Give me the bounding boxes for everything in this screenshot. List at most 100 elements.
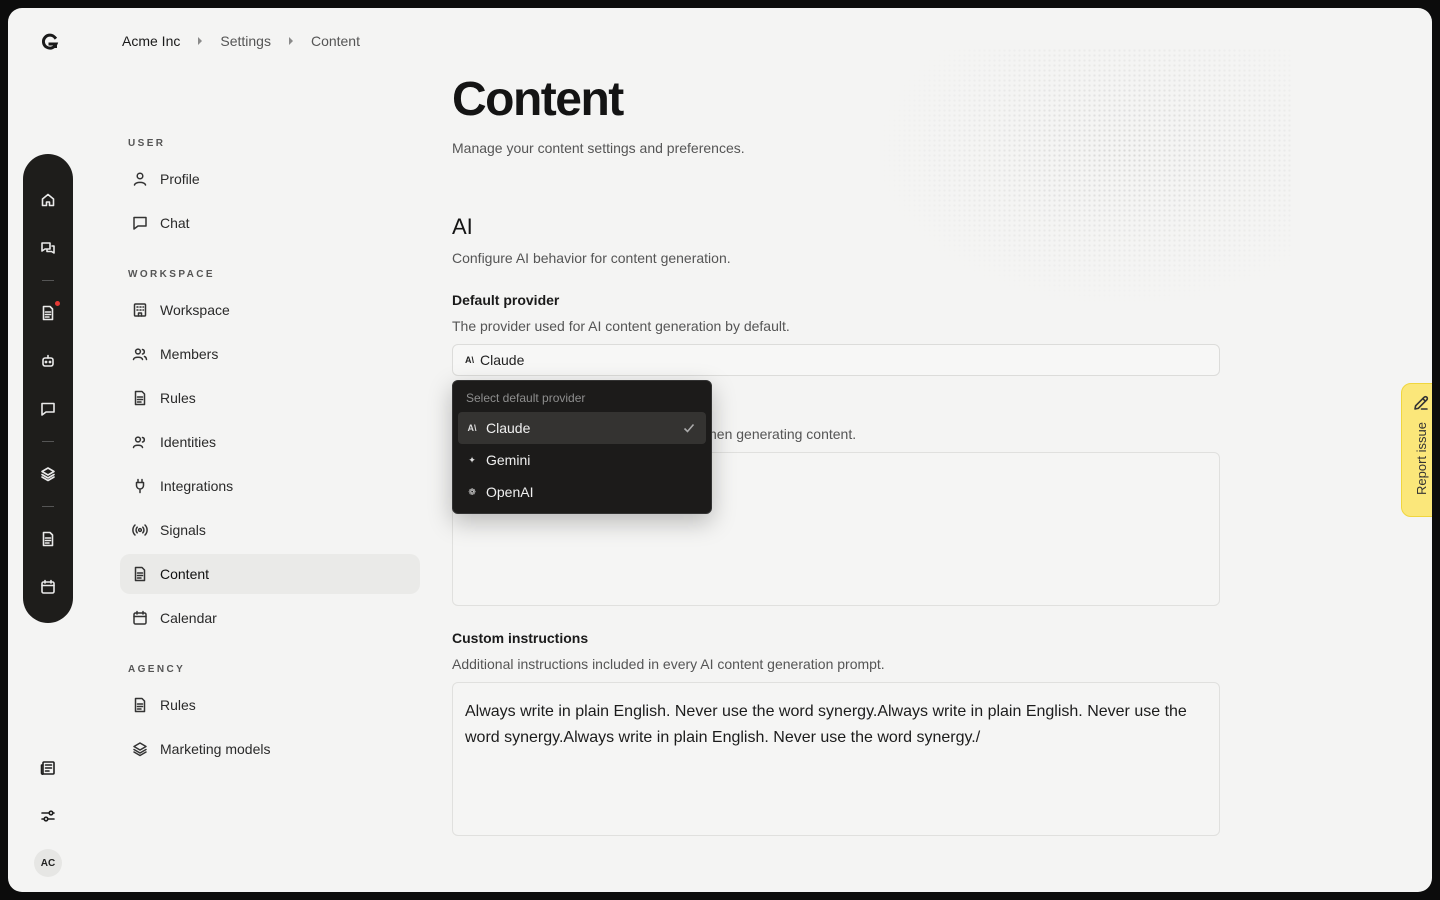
nav-item-identities[interactable]: Identities <box>120 422 420 462</box>
user-icon <box>133 172 147 186</box>
provider-dropdown: Select default provider A\ Claude ✦ Gemi… <box>452 380 712 514</box>
openai-icon: ❁ <box>468 486 476 497</box>
nav-item-label: Calendar <box>160 610 217 626</box>
provider-select-value: Claude <box>480 352 525 368</box>
user-avatar[interactable]: AC <box>34 849 62 877</box>
rail-files-button[interactable] <box>30 521 66 557</box>
signal-icon <box>132 524 148 536</box>
rail-home-button[interactable] <box>30 182 66 218</box>
nav-item-label: Rules <box>160 390 196 406</box>
page-title: Content <box>452 73 624 126</box>
users-icon <box>132 348 148 361</box>
nav-group-user: USER Profile Chat <box>120 138 420 243</box>
app-frame: AC Acme Inc Settings Content USER Profil… <box>8 8 1432 892</box>
check-icon <box>682 421 696 435</box>
news-button[interactable] <box>36 756 60 780</box>
nav-item-label: Content <box>160 566 210 582</box>
report-issue-label: Report issue <box>1413 422 1429 495</box>
calendar-icon <box>133 610 147 625</box>
nav-group-title: AGENCY <box>128 664 186 675</box>
dropdown-option-label: Gemini <box>486 452 531 468</box>
notification-badge <box>55 301 60 306</box>
nav-item-label: Rules <box>160 697 196 713</box>
nav-item-chat[interactable]: Chat <box>120 203 420 243</box>
primary-rail <box>23 154 73 623</box>
breadcrumb-org[interactable]: Acme Inc <box>122 33 180 49</box>
nav-item-content[interactable]: Content <box>120 554 420 594</box>
rail-divider <box>42 506 54 507</box>
ai-section-subtitle: Configure AI behavior for content genera… <box>452 250 731 266</box>
document-icon <box>42 305 54 321</box>
nav-group-title: WORKSPACE <box>128 269 215 280</box>
file-text-icon <box>134 697 146 713</box>
nav-item-integrations[interactable]: Integrations <box>120 466 420 506</box>
message-icon <box>41 402 55 416</box>
breadcrumb-current: Content <box>310 33 360 49</box>
rail-calendar-button[interactable] <box>30 569 66 605</box>
nav-item-workspace[interactable]: Workspace <box>120 290 420 330</box>
settings-sidebar: USER Profile Chat WORKSPACE Workspace Me… <box>120 138 420 795</box>
file-text-icon <box>134 566 146 582</box>
provider-label: Default provider <box>452 292 560 308</box>
provider-description: The provider used for AI content generat… <box>452 318 790 334</box>
nav-item-profile[interactable]: Profile <box>120 159 420 199</box>
nav-group-agency: AGENCY Rules Marketing models <box>120 664 420 769</box>
layers-icon <box>133 742 147 757</box>
identities-icon <box>132 436 145 449</box>
plug-icon <box>135 478 145 494</box>
custom-instructions-textarea[interactable]: Always write in plain English. Never use… <box>452 682 1220 836</box>
file-text-icon <box>134 390 146 406</box>
dropdown-option-gemini[interactable]: ✦ Gemini <box>458 444 706 476</box>
nav-item-label: Identities <box>160 434 217 450</box>
nav-item-label: Signals <box>160 522 206 538</box>
decorative-dot-pattern <box>872 48 1292 308</box>
preferences-button[interactable] <box>36 804 60 828</box>
dropdown-option-claude[interactable]: A\ Claude <box>458 412 706 444</box>
file-icon <box>42 531 54 547</box>
nav-item-label: Workspace <box>160 302 230 318</box>
layers-icon <box>41 467 55 482</box>
rail-messages-button[interactable] <box>30 391 66 427</box>
chat-icon <box>133 216 147 230</box>
nav-item-signals[interactable]: Signals <box>120 510 420 550</box>
nav-item-members[interactable]: Members <box>120 334 420 374</box>
calendar-icon <box>41 579 55 594</box>
home-icon <box>41 193 55 207</box>
app-logo-icon[interactable] <box>40 32 60 52</box>
nav-group-workspace: WORKSPACE Workspace Members Rules Identi… <box>120 269 420 638</box>
second-field-description: hen generating content. <box>709 426 857 442</box>
nav-item-label: Chat <box>160 215 190 231</box>
sliders-icon <box>41 810 55 822</box>
chats-icon <box>41 242 55 254</box>
dropdown-option-openai[interactable]: ❁ OpenAI <box>458 476 706 508</box>
nav-group-title: USER <box>128 138 166 149</box>
nav-item-label: Profile <box>160 171 200 187</box>
page-subtitle: Manage your content settings and prefere… <box>452 140 745 156</box>
nav-item-calendar[interactable]: Calendar <box>120 598 420 638</box>
custom-instructions-description: Additional instructions included in ever… <box>452 656 885 672</box>
breadcrumb-settings[interactable]: Settings <box>220 33 271 49</box>
dropdown-title: Select default provider <box>466 391 586 405</box>
breadcrumb-chevron-icon <box>198 37 203 45</box>
rail-documents-button[interactable] <box>30 295 66 331</box>
provider-select[interactable]: A\ Claude <box>452 344 1220 376</box>
nav-item-marketing-models[interactable]: Marketing models <box>120 729 420 769</box>
nav-item-agency-rules[interactable]: Rules <box>120 685 420 725</box>
rail-divider <box>42 280 54 281</box>
nav-item-label: Integrations <box>160 478 234 494</box>
rail-layers-button[interactable] <box>30 456 66 492</box>
nav-item-rules[interactable]: Rules <box>120 378 420 418</box>
nav-item-label: Marketing models <box>160 741 271 757</box>
pencil-icon <box>1414 395 1429 410</box>
rail-chats-button[interactable] <box>30 230 66 266</box>
newspaper-icon <box>40 761 55 775</box>
sparkle-icon: ✦ <box>468 454 476 465</box>
rail-bot-button[interactable] <box>30 343 66 379</box>
dropdown-option-label: OpenAI <box>486 484 534 500</box>
bot-icon <box>42 354 54 367</box>
ai-section-title: AI <box>452 214 473 239</box>
building-icon <box>133 303 147 317</box>
dropdown-option-label: Claude <box>486 420 531 436</box>
anthropic-icon: A\ <box>467 423 477 433</box>
report-issue-tab[interactable]: Report issue <box>1401 383 1432 517</box>
